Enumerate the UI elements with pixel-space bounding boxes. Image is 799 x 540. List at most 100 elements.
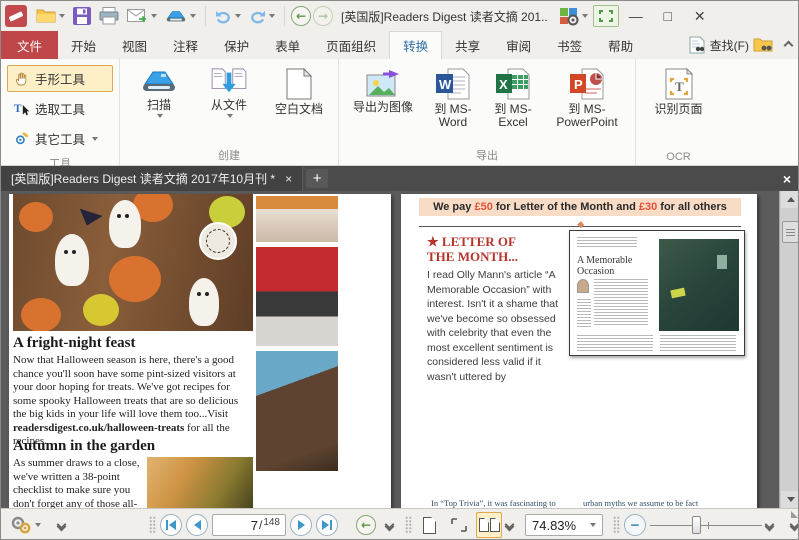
page-right[interactable]: We pay £50 for Letter of the Month and £… bbox=[401, 194, 757, 508]
page-number-input[interactable] bbox=[230, 518, 258, 533]
fit-width-button[interactable] bbox=[446, 512, 472, 538]
scrollbar-thumb[interactable] bbox=[782, 221, 799, 243]
new-tab-button[interactable]: + bbox=[306, 169, 328, 188]
tab-share[interactable]: 共享 bbox=[442, 31, 493, 59]
save-button[interactable] bbox=[70, 5, 94, 27]
slider-handle[interactable] bbox=[692, 516, 701, 534]
autumn-garden-photo bbox=[147, 457, 253, 508]
previous-view-button[interactable]: ← bbox=[291, 6, 311, 26]
next-page-button[interactable] bbox=[290, 514, 312, 536]
previous-page-button[interactable] bbox=[186, 514, 208, 536]
ocr-pages-button[interactable]: T 识别页面 bbox=[644, 63, 714, 116]
fit-page-button[interactable] bbox=[416, 512, 442, 538]
chevron-down-icon bbox=[35, 523, 41, 527]
chevron-down-icon bbox=[157, 114, 163, 118]
statusbar-left-group bbox=[7, 509, 65, 540]
article-paragraph-1: Now that Halloween season is here, there… bbox=[13, 354, 253, 449]
scanner-icon bbox=[139, 67, 179, 97]
page-layout-group: 74.83% bbox=[405, 509, 603, 540]
minimize-button[interactable]: — bbox=[621, 4, 651, 28]
to-ms-powerpoint-button[interactable]: P 到 MS-PowerPoint bbox=[545, 63, 629, 129]
tab-bookmarks[interactable]: 书签 bbox=[544, 31, 595, 59]
single-page-icon bbox=[423, 517, 436, 534]
scan-pages-button[interactable]: 扫描 bbox=[126, 63, 192, 118]
letter-of-month-heading: ★ LETTER OF THE MONTH... bbox=[427, 234, 518, 264]
title-bar: ← → [英国版]Readers Digest 读者文摘 201.. — □ ✕ bbox=[1, 1, 799, 31]
tab-review[interactable]: 审阅 bbox=[493, 31, 544, 59]
expand-statusbar-button[interactable] bbox=[791, 521, 798, 530]
full-screen-button[interactable] bbox=[593, 5, 619, 27]
tab-organize[interactable]: 页面组织 bbox=[313, 31, 389, 59]
close-button[interactable]: ✕ bbox=[685, 4, 715, 28]
undo-button[interactable] bbox=[212, 7, 244, 26]
halloween-cookies-image bbox=[13, 194, 253, 331]
to-ms-word-button[interactable]: W 到 MS-Word bbox=[425, 63, 481, 129]
expand-layout-button[interactable] bbox=[506, 521, 513, 530]
find-document-icon[interactable] bbox=[688, 36, 706, 54]
close-all-tabs-button[interactable]: × bbox=[774, 166, 799, 191]
hand-icon bbox=[14, 71, 30, 87]
next-view-button[interactable]: → bbox=[313, 6, 333, 26]
select-tool-icon: T bbox=[14, 101, 30, 117]
scroll-down-button[interactable] bbox=[781, 491, 799, 508]
from-file-button[interactable]: 从文件 bbox=[196, 63, 262, 118]
export-image-button[interactable]: 导出为图像 bbox=[345, 63, 421, 114]
print-button[interactable] bbox=[96, 5, 122, 27]
blank-document-button[interactable]: 空白文档 bbox=[266, 63, 332, 116]
scroll-up-button[interactable] bbox=[781, 191, 799, 208]
zoom-slider[interactable] bbox=[650, 514, 762, 536]
text-fragment-right: urban myths we assume to be fact bbox=[583, 498, 698, 508]
ribbon-group-export: 导出为图像 W 到 MS-Word X 到 MS-Excel P 到 MS-Po… bbox=[338, 59, 635, 165]
tab-convert[interactable]: 转换 bbox=[389, 31, 442, 59]
previous-view-button[interactable]: ← bbox=[356, 515, 376, 535]
slider-tick bbox=[708, 522, 709, 529]
spread-title: A Memorable Occasion bbox=[577, 255, 655, 277]
chevron-down-icon bbox=[235, 14, 241, 18]
vertical-scrollbar[interactable] bbox=[779, 191, 799, 508]
tab-form[interactable]: 表单 bbox=[262, 31, 313, 59]
scan-button[interactable] bbox=[162, 7, 199, 26]
tab-protect[interactable]: 保护 bbox=[211, 31, 262, 59]
email-button[interactable] bbox=[124, 7, 160, 26]
select-tool-button[interactable]: T 选取工具 bbox=[7, 95, 113, 122]
tab-home[interactable]: 开始 bbox=[58, 31, 109, 59]
export-image-icon bbox=[363, 67, 403, 99]
find-label[interactable]: 查找(F) bbox=[710, 37, 749, 54]
hand-tool-button[interactable]: 手形工具 bbox=[7, 65, 113, 92]
banner-text: for Letter of the Month and bbox=[493, 201, 639, 213]
options-button[interactable] bbox=[7, 513, 44, 537]
svg-text:T: T bbox=[675, 79, 684, 94]
to-ms-word-label: 到 MS-Word bbox=[427, 103, 479, 129]
search-folder-icon[interactable] bbox=[753, 37, 773, 53]
tab-file[interactable]: 文件 bbox=[1, 31, 58, 59]
zoom-out-button[interactable]: − bbox=[624, 514, 646, 536]
open-button[interactable] bbox=[33, 6, 68, 26]
to-ms-excel-button[interactable]: X 到 MS-Excel bbox=[485, 63, 541, 129]
ui-options-button[interactable] bbox=[556, 4, 591, 28]
zoom-level-select[interactable]: 74.83% bbox=[525, 514, 603, 536]
expand-zoom-button[interactable] bbox=[766, 521, 773, 530]
page-number-box[interactable]: / 148 bbox=[212, 514, 286, 536]
banner-price-1: £50 bbox=[474, 201, 492, 213]
two-page-view-button[interactable] bbox=[476, 512, 502, 538]
select-tool-label: 选取工具 bbox=[35, 99, 85, 118]
article-link[interactable]: readersdigest.co.uk/halloween-treats bbox=[13, 422, 184, 434]
page-left[interactable]: A fright-night feast Now that Halloween … bbox=[9, 194, 391, 508]
maximize-button[interactable]: □ bbox=[653, 4, 683, 28]
document-tab[interactable]: [英国版]Readers Digest 读者文摘 2017年10月刊 * × bbox=[1, 166, 303, 191]
collapse-ribbon-icon[interactable] bbox=[784, 40, 794, 50]
close-tab-icon[interactable]: × bbox=[285, 172, 292, 186]
tab-help[interactable]: 帮助 bbox=[595, 31, 646, 59]
tab-comment[interactable]: 注释 bbox=[160, 31, 211, 59]
other-tools-button[interactable]: 其它工具 bbox=[7, 125, 113, 152]
slider-track bbox=[650, 525, 762, 526]
svg-text:T: T bbox=[14, 103, 22, 115]
redo-button[interactable] bbox=[246, 7, 278, 26]
expand-toolbar-button[interactable] bbox=[58, 521, 65, 530]
last-page-button[interactable] bbox=[316, 514, 338, 536]
expand-navigation-button[interactable] bbox=[386, 521, 393, 530]
first-page-button[interactable] bbox=[160, 514, 182, 536]
ms-excel-icon: X bbox=[495, 67, 531, 101]
tab-view[interactable]: 视图 bbox=[109, 31, 160, 59]
letter-body-text: I read Olly Mann's article “A Memorable … bbox=[427, 268, 567, 384]
